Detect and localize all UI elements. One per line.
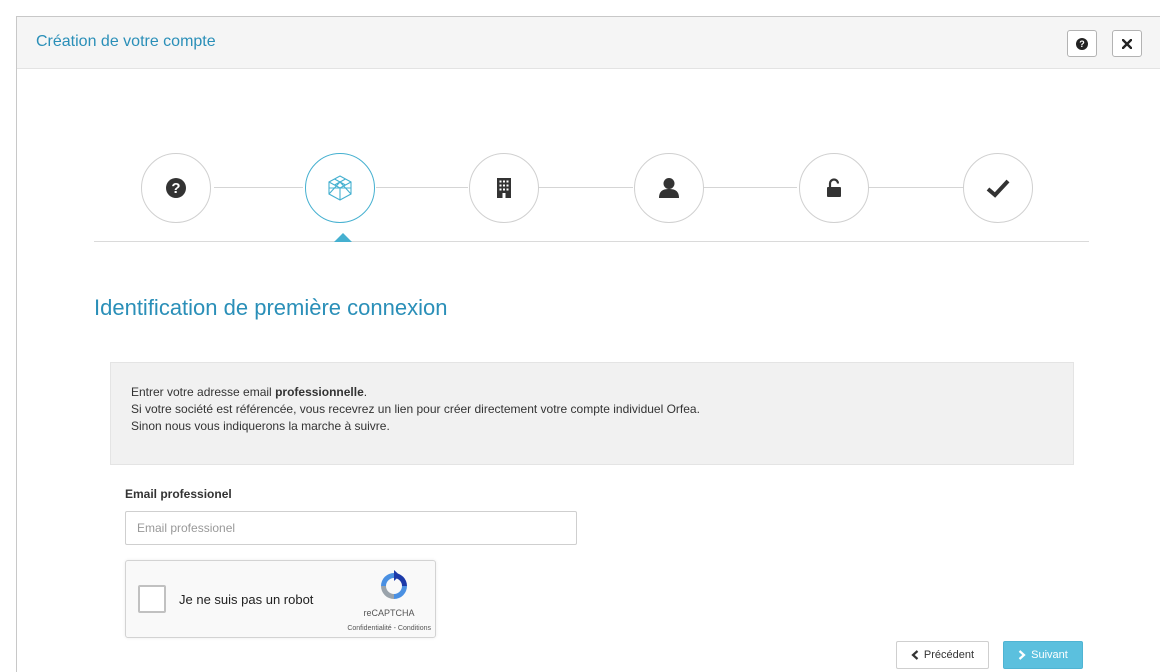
- recaptcha-checkbox[interactable]: [138, 585, 166, 613]
- step-question[interactable]: ?: [141, 153, 211, 223]
- next-button[interactable]: Suivant: [1003, 641, 1083, 669]
- recaptcha-links[interactable]: Confidentialité - Conditions: [316, 625, 431, 632]
- step-connector: [376, 187, 468, 188]
- unlock-icon: [827, 178, 841, 197]
- info-line-3: Sinon nous vous indiquerons la marche à …: [131, 419, 390, 433]
- next-button-label: Suivant: [1031, 649, 1068, 661]
- previous-button-label: Précédent: [923, 649, 975, 661]
- building-icon: [497, 178, 511, 198]
- chevron-left-icon: [911, 650, 919, 660]
- svg-text:?: ?: [171, 180, 180, 197]
- progress-stepper: ?: [17, 17, 1160, 257]
- user-icon: [659, 178, 679, 198]
- step-identification[interactable]: [305, 153, 375, 223]
- chevron-right-icon: [1018, 650, 1026, 660]
- recaptcha-label: Je ne suis pas un robot: [179, 592, 314, 607]
- recaptcha-brand: reCAPTCHA: [363, 608, 415, 618]
- step-company[interactable]: [469, 153, 539, 223]
- step-confirmation[interactable]: [963, 153, 1033, 223]
- email-field[interactable]: [125, 511, 577, 545]
- previous-button[interactable]: Précédent: [896, 641, 989, 669]
- section-title: Identification de première connexion: [94, 295, 448, 320]
- step-connector: [214, 187, 303, 188]
- step-user[interactable]: [634, 153, 704, 223]
- question-circle-icon: ?: [166, 178, 186, 198]
- info-box: Entrer votre adresse email professionnel…: [110, 362, 1074, 465]
- email-label: Email professionel: [125, 487, 232, 501]
- recaptcha-widget: Je ne suis pas un robot reCAPTCHA Confid…: [125, 560, 436, 638]
- step-password[interactable]: [799, 153, 869, 223]
- recaptcha-logo-icon: [381, 570, 407, 599]
- step-connector: [538, 187, 633, 188]
- info-line-1: Entrer votre adresse email professionnel…: [131, 385, 368, 399]
- stepper-divider: [94, 241, 1089, 242]
- active-step-pointer: [334, 233, 352, 242]
- info-line-2: Si votre société est référencée, vous re…: [131, 402, 700, 416]
- check-icon: [986, 179, 1010, 198]
- account-creation-modal: Création de votre compte ? ? Identificat…: [16, 16, 1160, 672]
- cube-outline-icon: [328, 175, 352, 201]
- step-connector: [867, 187, 963, 188]
- step-connector: [703, 187, 797, 188]
